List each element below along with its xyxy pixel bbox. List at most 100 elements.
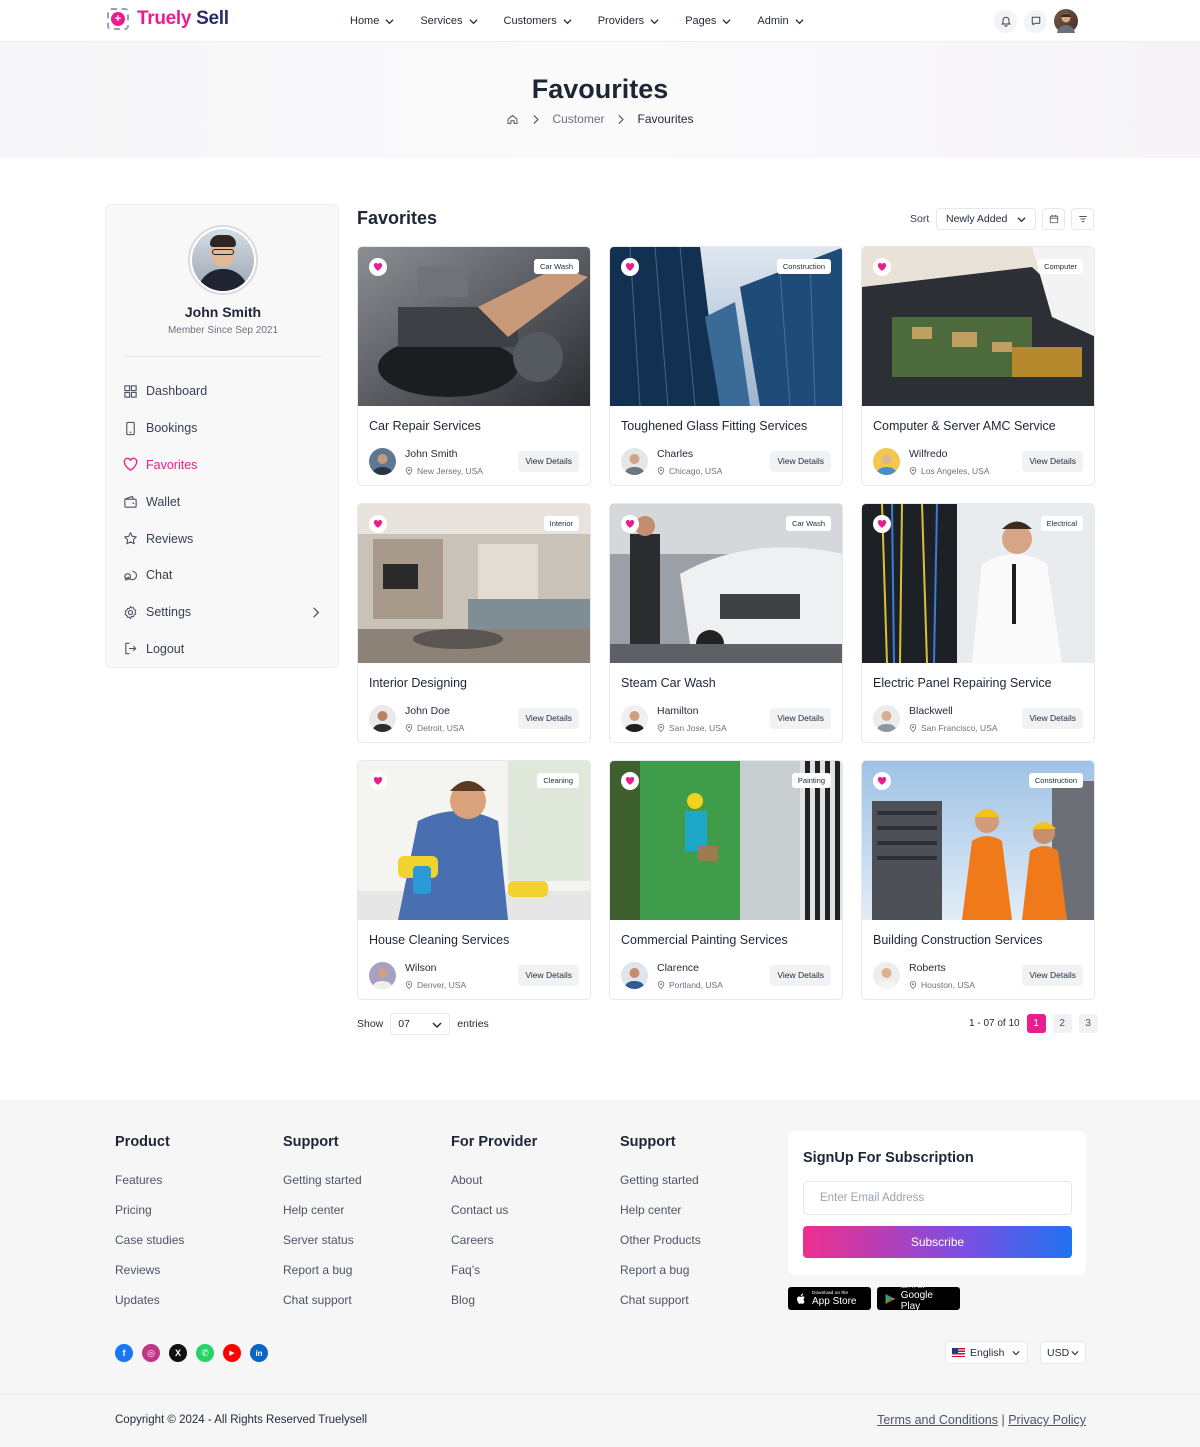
service-card[interactable]: Construction Toughened Glass Fitting Ser… bbox=[609, 246, 843, 486]
nav-item-services[interactable]: Services bbox=[420, 15, 478, 27]
google-play-button[interactable]: GET IT ON Google Play bbox=[877, 1285, 960, 1312]
footer-link[interactable]: Reviews bbox=[115, 1262, 184, 1292]
sidebar-item-bookings[interactable]: Bookings bbox=[123, 410, 323, 447]
favorite-toggle[interactable] bbox=[621, 772, 639, 790]
page-button-2[interactable]: 2 bbox=[1052, 1014, 1072, 1033]
favorite-toggle[interactable] bbox=[621, 515, 639, 533]
legal-separator: | bbox=[1001, 1413, 1005, 1427]
service-title[interactable]: Electric Panel Repairing Service bbox=[873, 676, 1052, 690]
service-title[interactable]: Interior Designing bbox=[369, 676, 467, 690]
sidebar-item-reviews[interactable]: Reviews bbox=[123, 520, 323, 557]
favorite-toggle[interactable] bbox=[369, 772, 387, 790]
email-input[interactable]: Enter Email Address bbox=[803, 1181, 1072, 1215]
favorite-toggle[interactable] bbox=[369, 258, 387, 276]
linkedin-icon[interactable]: in bbox=[250, 1344, 268, 1362]
sidebar-item-chat[interactable]: Chat bbox=[123, 557, 323, 594]
messages-button[interactable] bbox=[1024, 9, 1047, 33]
currency-select[interactable]: USD bbox=[1040, 1341, 1086, 1364]
footer-link[interactable]: Features bbox=[115, 1172, 184, 1202]
footer-link[interactable]: Contact us bbox=[451, 1202, 537, 1232]
nav-item-customers[interactable]: Customers bbox=[504, 15, 572, 27]
footer-link[interactable]: Chat support bbox=[620, 1292, 701, 1322]
sort-select[interactable]: Newly Added bbox=[936, 208, 1036, 230]
view-details-button[interactable]: View Details bbox=[1022, 708, 1083, 729]
favorite-toggle[interactable] bbox=[621, 258, 639, 276]
provider-name: John Smith bbox=[405, 448, 458, 460]
footer-link[interactable]: Getting started bbox=[620, 1172, 701, 1202]
breadcrumb-customer[interactable]: Customer bbox=[552, 112, 604, 126]
nav-item-admin[interactable]: Admin bbox=[757, 15, 804, 27]
view-details-button[interactable]: View Details bbox=[518, 451, 579, 472]
service-card[interactable]: Construction Building Construction Servi… bbox=[861, 760, 1095, 1000]
view-details-button[interactable]: View Details bbox=[518, 965, 579, 986]
app-store-button[interactable]: Download on the App Store bbox=[788, 1287, 871, 1310]
view-details-button[interactable]: View Details bbox=[770, 965, 831, 986]
service-title[interactable]: Steam Car Wash bbox=[621, 676, 716, 690]
sidebar-item-dashboard[interactable]: Dashboard bbox=[123, 373, 323, 410]
facebook-icon[interactable]: f bbox=[115, 1344, 133, 1362]
service-title[interactable]: Commercial Painting Services bbox=[621, 933, 788, 947]
instagram-icon[interactable]: ◎ bbox=[142, 1344, 160, 1362]
footer-link[interactable]: Help center bbox=[283, 1202, 362, 1232]
view-details-button[interactable]: View Details bbox=[770, 708, 831, 729]
service-title[interactable]: Car Repair Services bbox=[369, 419, 481, 433]
logo[interactable]: + Truely Sell bbox=[105, 6, 229, 32]
page-button-1[interactable]: 1 bbox=[1026, 1014, 1046, 1033]
sidebar-item-settings[interactable]: Settings bbox=[123, 594, 323, 631]
favorite-toggle[interactable] bbox=[873, 515, 891, 533]
x-icon[interactable]: X bbox=[169, 1344, 187, 1362]
terms-link[interactable]: Terms and Conditions bbox=[877, 1413, 998, 1427]
service-title[interactable]: Building Construction Services bbox=[873, 933, 1043, 947]
language-select[interactable]: English bbox=[945, 1341, 1028, 1364]
service-title[interactable]: House Cleaning Services bbox=[369, 933, 509, 947]
youtube-icon[interactable]: ▶ bbox=[223, 1344, 241, 1362]
service-title[interactable]: Computer & Server AMC Service bbox=[873, 419, 1056, 433]
home-icon[interactable] bbox=[506, 113, 519, 126]
sidebar-item-logout[interactable]: Logout bbox=[123, 631, 323, 668]
service-title[interactable]: Toughened Glass Fitting Services bbox=[621, 419, 807, 433]
provider-avatar bbox=[621, 448, 648, 475]
sidebar-item-wallet[interactable]: Wallet bbox=[123, 483, 323, 520]
favorite-toggle[interactable] bbox=[873, 772, 891, 790]
footer-link[interactable]: Updates bbox=[115, 1292, 184, 1322]
footer-link[interactable]: Chat support bbox=[283, 1292, 362, 1322]
service-card[interactable]: Car Wash Steam Car Wash Hamilton San Jos… bbox=[609, 503, 843, 743]
footer-link[interactable]: Getting started bbox=[283, 1172, 362, 1202]
sidebar-item-favorites[interactable]: Favorites bbox=[123, 447, 323, 484]
footer-link[interactable]: Other Products bbox=[620, 1232, 701, 1262]
view-details-button[interactable]: View Details bbox=[770, 451, 831, 472]
service-card[interactable]: Cleaning House Cleaning Services Wilson … bbox=[357, 760, 591, 1000]
footer-link[interactable]: Pricing bbox=[115, 1202, 184, 1232]
user-avatar[interactable] bbox=[1054, 9, 1078, 33]
service-card[interactable]: Interior Interior Designing John Doe Det… bbox=[357, 503, 591, 743]
notifications-button[interactable] bbox=[994, 9, 1017, 33]
footer-link[interactable]: Blog bbox=[451, 1292, 537, 1322]
service-card[interactable]: Car Wash Car Repair Services John Smith … bbox=[357, 246, 591, 486]
filter-button[interactable] bbox=[1071, 208, 1094, 230]
subscribe-button[interactable]: Subscribe bbox=[803, 1226, 1072, 1258]
footer-link[interactable]: About bbox=[451, 1172, 537, 1202]
nav-item-home[interactable]: Home bbox=[350, 15, 394, 27]
view-details-button[interactable]: View Details bbox=[1022, 965, 1083, 986]
view-details-button[interactable]: View Details bbox=[518, 708, 579, 729]
footer-link[interactable]: Server status bbox=[283, 1232, 362, 1262]
footer-link[interactable]: Help center bbox=[620, 1202, 701, 1232]
favorite-toggle[interactable] bbox=[873, 258, 891, 276]
page-size-select[interactable]: 07 bbox=[390, 1013, 451, 1035]
footer-link[interactable]: Report a bug bbox=[620, 1262, 701, 1292]
view-details-button[interactable]: View Details bbox=[1022, 451, 1083, 472]
nav-item-providers[interactable]: Providers bbox=[598, 15, 659, 27]
footer-link[interactable]: Careers bbox=[451, 1232, 537, 1262]
calendar-button[interactable] bbox=[1042, 208, 1065, 230]
whatsapp-icon[interactable]: ✆ bbox=[196, 1344, 214, 1362]
footer-link[interactable]: Faq’s bbox=[451, 1262, 537, 1292]
service-card[interactable]: Computer Computer & Server AMC Service W… bbox=[861, 246, 1095, 486]
service-card[interactable]: Electrical Electric Panel Repairing Serv… bbox=[861, 503, 1095, 743]
footer-link[interactable]: Report a bug bbox=[283, 1262, 362, 1292]
footer-link[interactable]: Case studies bbox=[115, 1232, 184, 1262]
page-button-3[interactable]: 3 bbox=[1078, 1014, 1098, 1033]
favorite-toggle[interactable] bbox=[369, 515, 387, 533]
service-card[interactable]: Painting Commercial Painting Services Cl… bbox=[609, 760, 843, 1000]
nav-item-pages[interactable]: Pages bbox=[685, 15, 731, 27]
privacy-link[interactable]: Privacy Policy bbox=[1008, 1413, 1086, 1427]
